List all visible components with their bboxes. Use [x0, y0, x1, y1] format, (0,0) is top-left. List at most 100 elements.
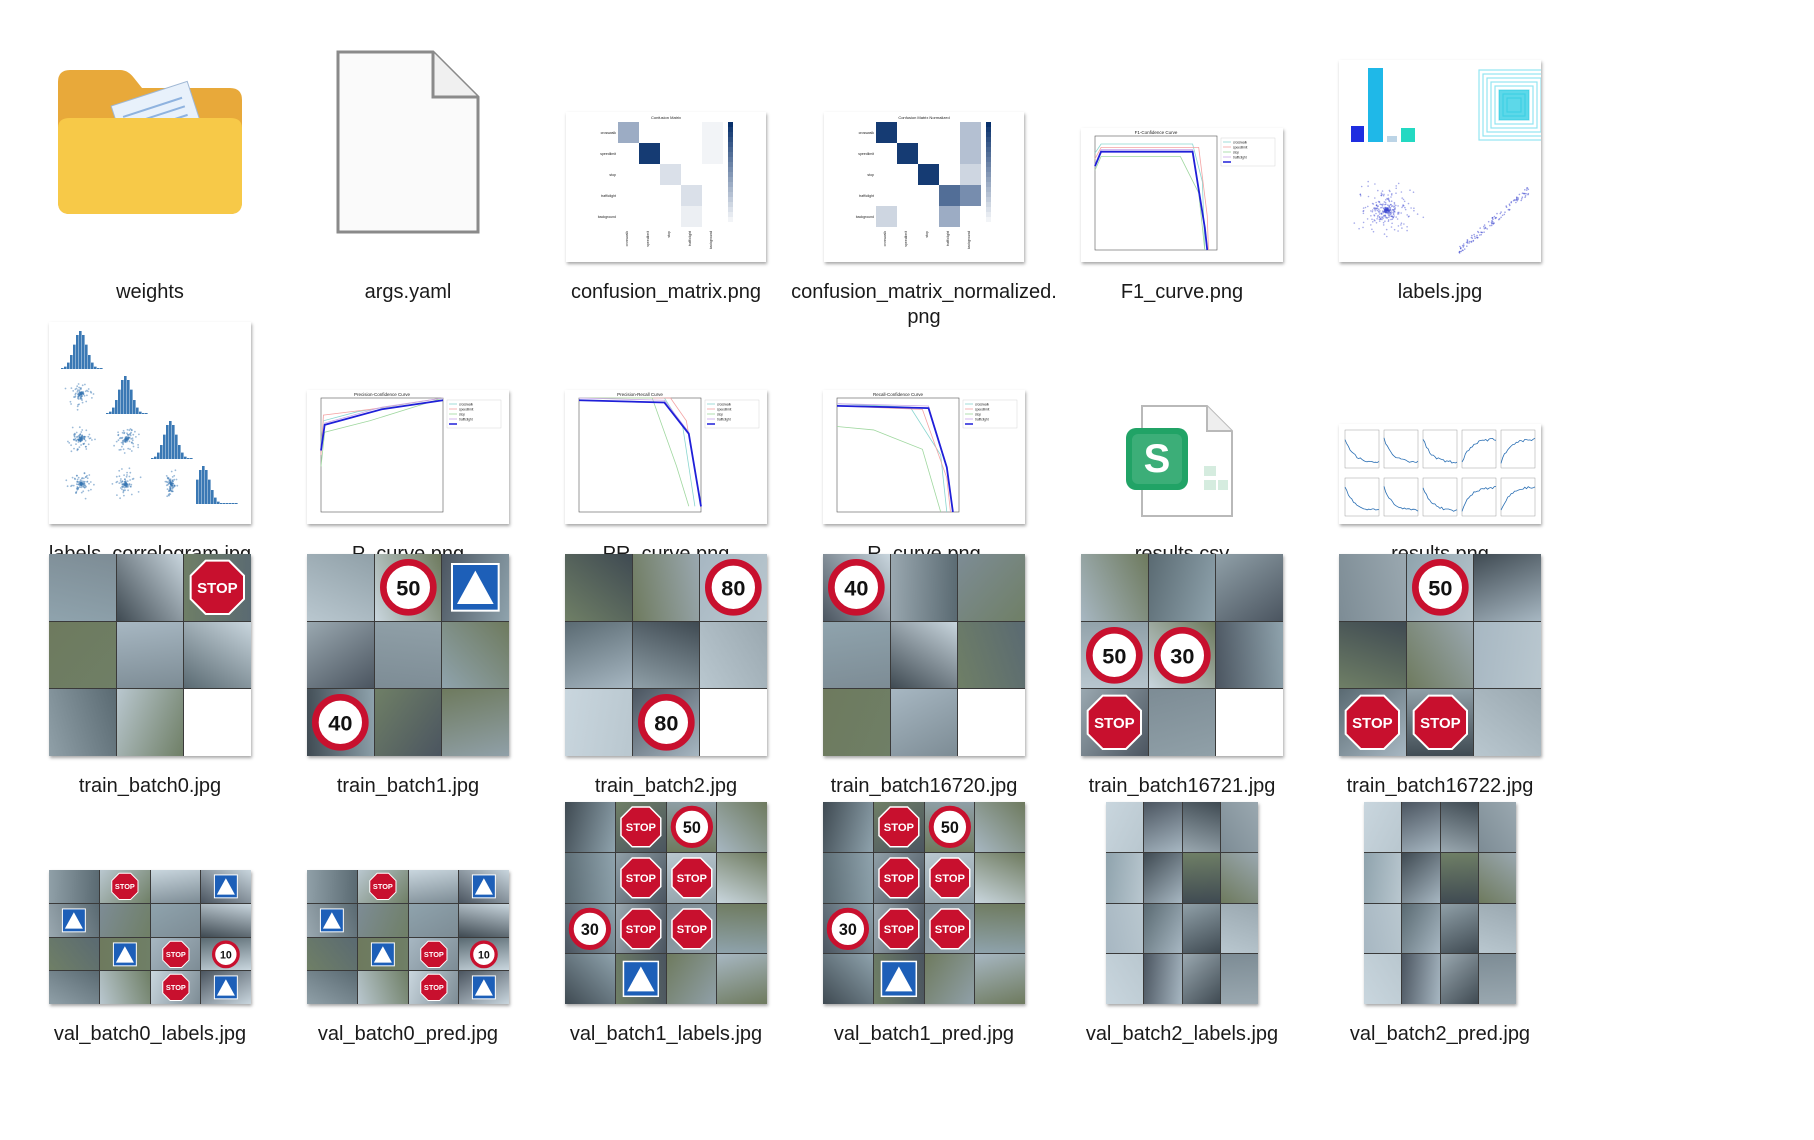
crosswalk-sign-icon	[307, 904, 357, 937]
file-thumbnail	[30, 22, 270, 262]
mosaic-tile: STOP	[874, 853, 924, 903]
svg-text:stop: stop	[717, 413, 723, 417]
file-item-val-batch1-labels-jpg[interactable]: STOP 50 STOP STOP 30 STOP STOP val_batch1_label…	[526, 764, 806, 1044]
mosaic-tile	[633, 622, 700, 689]
file-thumbnail: Confusion Matrix Normalized crosswalk cros…	[804, 22, 1044, 270]
mosaic-tile	[1081, 554, 1148, 621]
mosaic-tile	[375, 622, 442, 689]
file-item-train-batch16722-jpg[interactable]: 50 STOP STOP train_batch16722.jpg	[1300, 516, 1580, 796]
image-mosaic: STOP STOP 10 STOP	[307, 870, 509, 1004]
mosaic-tile	[1144, 853, 1181, 903]
svg-text:stop: stop	[975, 413, 981, 417]
svg-text:80: 80	[654, 711, 678, 736]
file-item-args-yaml[interactable]: args.yaml	[268, 22, 548, 302]
mosaic-tile	[823, 802, 873, 852]
mosaic-tile	[358, 971, 408, 1004]
stop-sign-icon: STOP	[151, 971, 201, 1004]
file-name-label: val_batch0_labels.jpg	[15, 1022, 285, 1047]
mosaic-tile	[307, 904, 357, 937]
svg-text:speedlimit: speedlimit	[459, 408, 473, 412]
file-name-label: val_batch2_labels.jpg	[1047, 1022, 1317, 1047]
file-thumbnail	[1320, 284, 1560, 532]
svg-text:stop: stop	[609, 173, 616, 177]
mosaic-tile: 50	[1407, 554, 1474, 621]
mosaic-tile	[874, 954, 924, 1004]
crosswalk-sign-icon	[442, 554, 509, 621]
mosaic-tile	[958, 622, 1025, 689]
mosaic-tile	[717, 853, 767, 903]
file-thumbnail: 50 30 STOP	[1062, 516, 1302, 764]
speed-limit-sign-icon: 30	[565, 904, 615, 954]
file-item-labels-jpg[interactable]: labels.jpg	[1300, 22, 1580, 302]
stop-sign-icon: STOP	[874, 904, 924, 954]
mosaic-tile	[117, 554, 184, 621]
mosaic-tile	[975, 904, 1025, 954]
file-name-label: val_batch1_labels.jpg	[531, 1022, 801, 1047]
mosaic-tile: 40	[823, 554, 890, 621]
stop-sign-icon: STOP	[1339, 689, 1406, 756]
mosaic-tile	[307, 622, 374, 689]
mosaic-tile: STOP	[409, 938, 459, 971]
file-item-confusion-matrix-png[interactable]: Confusion Matrix crosswalk crosswalk speedl…	[526, 22, 806, 302]
mosaic-tile	[442, 622, 509, 689]
image-mosaic: 50 30 STOP	[1081, 554, 1283, 756]
svg-text:background: background	[856, 215, 874, 219]
mosaic-tile	[409, 904, 459, 937]
crosswalk-sign-icon	[459, 870, 509, 903]
svg-text:30: 30	[1170, 643, 1194, 668]
file-item-train-batch16721-jpg[interactable]: 50 30 STOP train_batch16721.jpg	[1042, 516, 1322, 796]
svg-text:stop: stop	[867, 173, 874, 177]
file-thumbnail: Precision-Confidence Curve crosswalk speed…	[288, 284, 528, 532]
file-item-train-batch1-jpg[interactable]: 50 40 train_batch1.jpg	[268, 516, 548, 796]
svg-text:50: 50	[1428, 576, 1452, 601]
mosaic-tile	[409, 870, 459, 903]
file-item-val-batch2-labels-jpg[interactable]: val_batch2_labels.jpg	[1042, 764, 1322, 1044]
svg-text:STOP: STOP	[1420, 715, 1461, 732]
mosaic-tile	[49, 689, 116, 756]
mosaic-tile	[667, 954, 717, 1004]
correlogram-plot	[49, 322, 251, 524]
mosaic-tile	[925, 954, 975, 1004]
mosaic-tile: STOP	[616, 802, 666, 852]
mosaic-tile: STOP	[616, 853, 666, 903]
file-item-confusion-matrix-normalized-png[interactable]: Confusion Matrix Normalized crosswalk cros…	[784, 22, 1064, 302]
svg-text:crosswalk: crosswalk	[601, 131, 617, 135]
mosaic-tile	[459, 971, 509, 1004]
file-item-weights[interactable]: weights	[10, 22, 290, 302]
mosaic-tile: 40	[307, 689, 374, 756]
file-name-label: val_batch0_pred.jpg	[273, 1022, 543, 1047]
mosaic-tile: 30	[565, 904, 615, 954]
mosaic-tile	[958, 689, 1025, 756]
file-item-train-batch2-jpg[interactable]: 80 80 train_batch2.jpg	[526, 516, 806, 796]
mosaic-tile	[1149, 689, 1216, 756]
svg-text:50: 50	[682, 819, 700, 837]
file-item-val-batch0-labels-jpg[interactable]: STOP STOP 10 STOP val_batch0_labels.jpg	[10, 764, 290, 1044]
mosaic-tile	[442, 554, 509, 621]
mosaic-tile	[1221, 954, 1258, 1004]
stop-sign-icon: STOP	[667, 904, 717, 954]
file-item-train-batch0-jpg[interactable]: STOP train_batch0.jpg	[10, 516, 290, 796]
svg-text:speedlimit: speedlimit	[858, 152, 874, 156]
speed-limit-sign-icon: 30	[1149, 622, 1216, 689]
file-item-train-batch16720-jpg[interactable]: 40 train_batch16720.jpg	[784, 516, 1064, 796]
svg-text:F1-Confidence Curve: F1-Confidence Curve	[1135, 130, 1178, 135]
mosaic-tile	[358, 938, 408, 971]
stop-sign-icon: STOP	[616, 904, 666, 954]
file-item-f1-curve-png[interactable]: F1-Confidence Curve crosswalk speedlimit st…	[1042, 22, 1322, 302]
mosaic-tile: 10	[459, 938, 509, 971]
file-thumbnail: S	[1062, 284, 1302, 532]
mosaic-tile: 10	[201, 938, 251, 971]
stop-sign-icon: STOP	[184, 554, 251, 621]
curve-plot: Precision-Recall Curvecrosswalkspeedlimi…	[565, 390, 767, 524]
file-item-val-batch0-pred-jpg[interactable]: STOP STOP 10 STOP val_batch0_pred.jpg	[268, 764, 548, 1044]
file-item-val-batch1-pred-jpg[interactable]: STOP 50 STOP STOP 30 STOP STOP val_batch1_pred.…	[784, 764, 1064, 1044]
svg-text:stop: stop	[459, 413, 465, 417]
svg-text:speedlimit: speedlimit	[600, 152, 616, 156]
speed-limit-sign-icon: 10	[459, 938, 509, 971]
stop-sign-icon: STOP	[925, 904, 975, 954]
mosaic-tile: STOP	[100, 870, 150, 903]
mosaic-tile	[1216, 689, 1283, 756]
mosaic-tile	[823, 689, 890, 756]
file-item-val-batch2-pred-jpg[interactable]: val_batch2_pred.jpg	[1300, 764, 1580, 1044]
mosaic-tile	[565, 554, 632, 621]
